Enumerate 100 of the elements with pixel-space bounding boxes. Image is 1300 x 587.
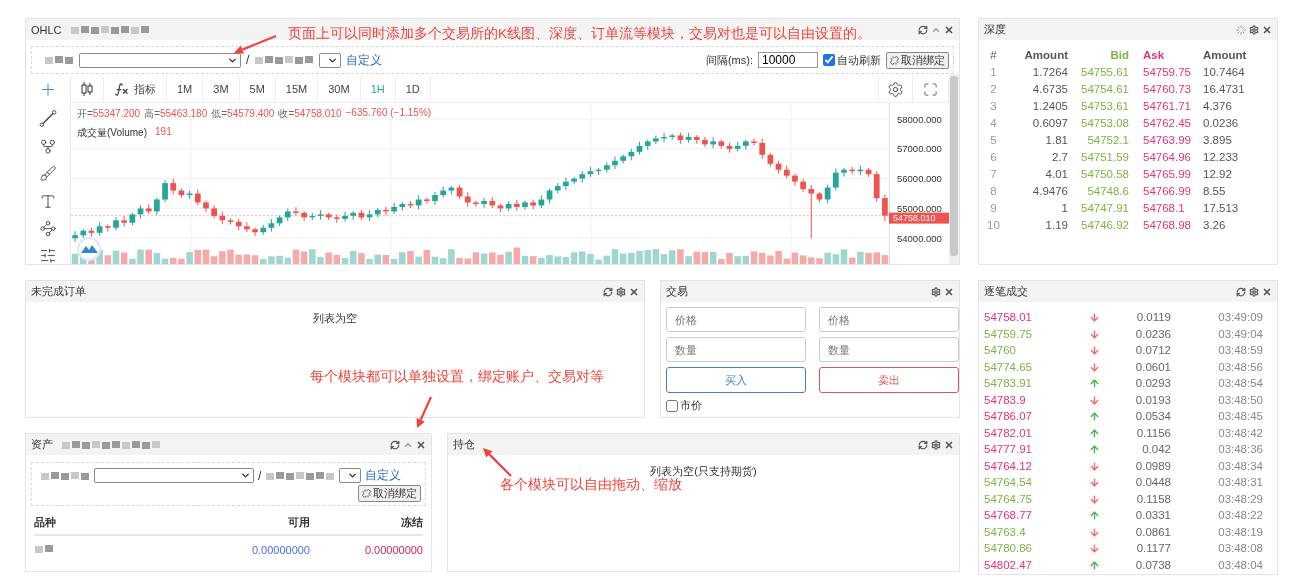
close-icon[interactable] [944, 286, 954, 297]
period-tab[interactable]: 1M [167, 76, 204, 102]
trade-time: 03:48:29 [1217, 491, 1263, 507]
chart-logo-icon[interactable] [77, 237, 101, 261]
refresh-icon[interactable] [1236, 286, 1246, 297]
close-icon[interactable] [944, 24, 954, 35]
price-label: 58000.000 [897, 113, 942, 125]
brush-icon[interactable] [39, 165, 57, 183]
settings-icon[interactable] [887, 80, 904, 98]
up-arrow-icon [1088, 411, 1100, 423]
sliders-icon[interactable] [39, 246, 57, 264]
close-icon[interactable] [944, 439, 954, 450]
candle [481, 197, 487, 209]
interval-field[interactable]: 10000 [758, 52, 818, 68]
custom-link[interactable]: 自定义 [346, 51, 383, 69]
settings-icon[interactable] [616, 286, 626, 297]
annotation-arrow [483, 448, 512, 477]
trade-price: 54780.86 [984, 541, 1033, 556]
panel-header[interactable]: 持仓 [448, 434, 959, 455]
refresh-icon[interactable] [918, 24, 928, 35]
table-cell-text: 54747.91 [1080, 201, 1129, 216]
trade-amount: 0.0331 [1134, 508, 1171, 523]
refresh-icon[interactable] [390, 439, 400, 450]
close-icon[interactable] [1262, 24, 1272, 35]
table-cell-text: 1.7264 [1031, 65, 1068, 80]
close-icon[interactable] [1262, 286, 1272, 297]
settings-icon[interactable] [931, 439, 941, 450]
panel-header[interactable]: 未完成订单 [26, 281, 644, 302]
table-cell-text: 4.6735 [1031, 82, 1068, 97]
dropdown[interactable] [319, 52, 342, 68]
refresh-icon[interactable] [603, 286, 613, 297]
candle [841, 167, 847, 178]
refresh-icon[interactable] [918, 439, 928, 450]
down-arrow-icon [1088, 493, 1100, 505]
market-checkbox[interactable] [666, 399, 678, 412]
annotation-note: 各个模块可以自由拖动、缩放 [500, 476, 682, 494]
trade-time: 03:48:45 [1217, 409, 1263, 424]
trade-time: 03:49:09 [1217, 310, 1263, 325]
panel-title: 未完成订单 [31, 284, 86, 299]
table-cell-text: 54753.08 [1080, 116, 1129, 131]
settings-icon[interactable] [1249, 286, 1259, 297]
line-tool-icon[interactable] [38, 109, 58, 129]
down-arrow-icon [1088, 361, 1100, 373]
chevron-down-icon[interactable] [240, 470, 251, 481]
down-arrow-icon [1088, 328, 1100, 340]
unbind-button[interactable]: 取消绑定 [358, 485, 421, 502]
down-arrow-icon [1088, 526, 1100, 538]
table-cell-text: 54761.71 [1142, 99, 1192, 114]
empty-message: 列表为空(只支持期货) [650, 464, 757, 478]
column-header: 可用 [210, 513, 310, 536]
text-tool-icon[interactable] [39, 192, 57, 210]
price-change: −635.760 (−1.15%) [345, 107, 432, 120]
indicator-button[interactable]: 指标 [104, 76, 167, 102]
table-cell-text: 54762.45 [1142, 116, 1192, 131]
panel-header[interactable]: 逐笔成交 [979, 281, 1277, 302]
table-cell-text: 17.513 [1203, 201, 1240, 216]
interval-label: 间隔(ms): [705, 52, 753, 68]
up-arrow-icon [1088, 444, 1100, 456]
period-tab[interactable]: 1D [395, 76, 431, 102]
period-tab[interactable]: 3M [203, 76, 240, 102]
annotation-arrow [234, 35, 277, 54]
table-cell-text: 4 [989, 116, 998, 131]
pixelated-mark [254, 55, 315, 65]
table-cell-text: 1 [989, 65, 998, 80]
input-field[interactable]: 价格 [819, 307, 959, 332]
auto-refresh-checkbox[interactable] [823, 54, 835, 66]
input-field[interactable]: 价格 [666, 307, 806, 332]
settings-icon[interactable] [931, 286, 941, 297]
dropdown[interactable] [339, 468, 362, 483]
panel-header[interactable]: 深度 [979, 19, 1277, 40]
unbind-button[interactable]: 取消绑定 [886, 51, 949, 69]
table-cell-text: 8.55 [1203, 184, 1227, 199]
input-field[interactable]: 数量 [819, 337, 959, 362]
chevron-down-icon[interactable] [347, 470, 359, 481]
trade-price: 54758.01 [984, 310, 1033, 325]
settings-icon[interactable] [1249, 24, 1259, 35]
trade-time: 03:48:08 [1217, 541, 1263, 556]
panel-header[interactable]: 交易 [661, 281, 959, 302]
table-cell-text: 3.26 [1203, 218, 1227, 233]
sell-button[interactable]: 卖出 [819, 367, 959, 393]
trade-time: 03:48:22 [1217, 508, 1263, 523]
nodes-icon[interactable] [39, 219, 57, 237]
trade-amount: 0.0861 [1134, 524, 1171, 540]
period-tab[interactable]: 30M [318, 76, 361, 102]
trade-amount: 0.1158 [1135, 491, 1171, 507]
input-field[interactable]: 数量 [666, 337, 806, 362]
ohlc-value: 低=54579.400 [211, 107, 275, 121]
table-cell-text: 2 [989, 82, 998, 97]
period-tab[interactable]: 15M [275, 76, 319, 102]
buy-button[interactable]: 买入 [666, 367, 806, 393]
annotation-note: 每个模块都可以单独设置，绑定账户、交易对等 [310, 368, 604, 386]
scrollbar-thumb[interactable] [950, 76, 958, 256]
custom-link[interactable]: 自定义 [365, 467, 402, 484]
close-icon[interactable] [629, 286, 639, 297]
period-tab[interactable]: 5M [239, 76, 276, 102]
close-icon[interactable] [416, 439, 426, 450]
fork-icon[interactable] [39, 138, 57, 156]
candle-type-icon[interactable] [79, 81, 95, 97]
fullscreen-icon[interactable] [923, 81, 938, 97]
panel-header[interactable]: 资产 [26, 434, 431, 455]
